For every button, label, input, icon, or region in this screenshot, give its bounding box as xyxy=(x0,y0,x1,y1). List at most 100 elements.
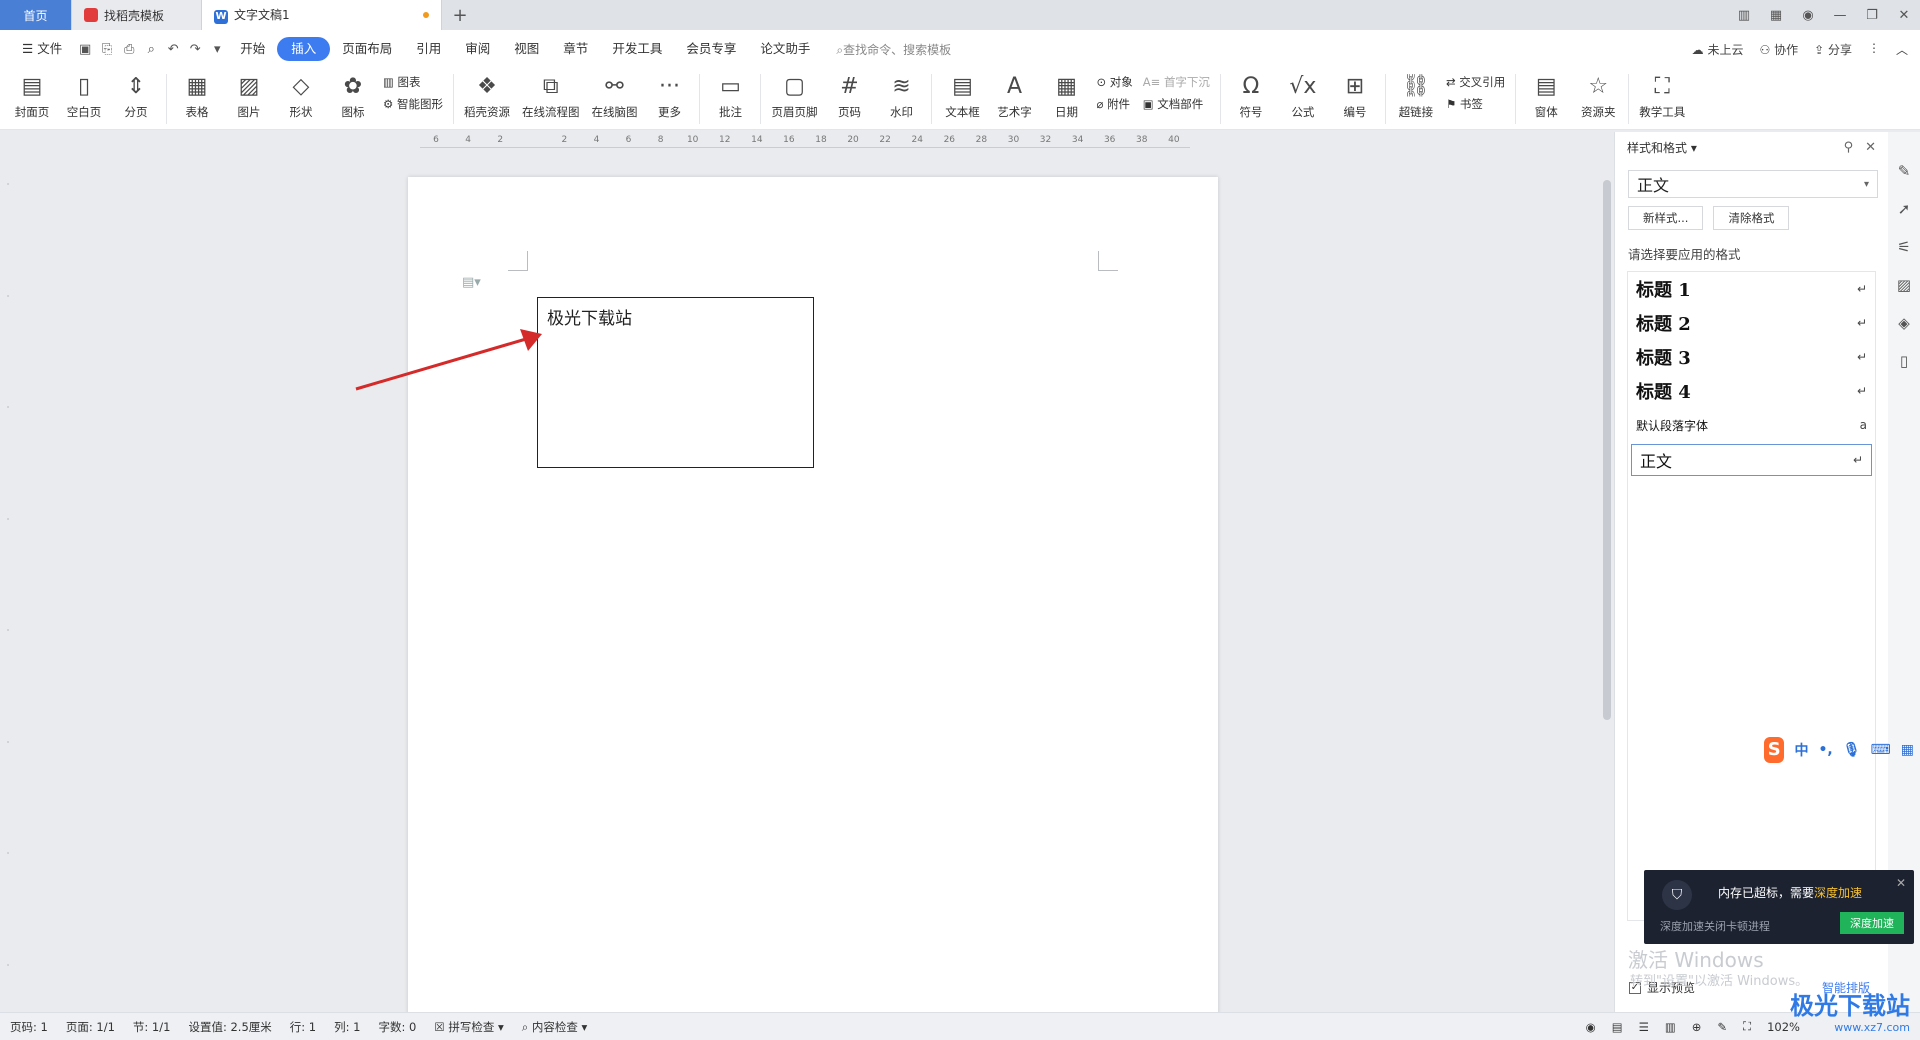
export-icon[interactable]: ⎘ xyxy=(96,42,118,57)
more-button[interactable]: ··· 更多 xyxy=(643,68,695,120)
share-button[interactable]: ⇪ 分享 xyxy=(1814,41,1852,58)
style-normal[interactable]: 正文 ↵ xyxy=(1631,444,1872,476)
preview-icon[interactable]: ⌕ xyxy=(140,42,162,57)
formula-button[interactable]: √x 公式 xyxy=(1277,68,1329,120)
dropcap-button[interactable]: A≡ 首字下沉 xyxy=(1143,74,1210,90)
object-button[interactable]: ⊙ 对象 xyxy=(1096,74,1132,90)
close-button[interactable]: ✕ xyxy=(1888,8,1920,23)
save-icon[interactable]: ▣ xyxy=(74,42,96,57)
page-view-icon[interactable]: ▤ xyxy=(1612,1020,1623,1034)
document-page[interactable]: ▤▾ 极光下载站 xyxy=(408,177,1218,1017)
status-pages[interactable]: 页面: 1/1 xyxy=(66,1019,115,1035)
layout-icon[interactable]: ▥ xyxy=(1728,8,1760,23)
status-setting[interactable]: 设置值: 2.5厘米 xyxy=(188,1019,271,1035)
keyboard-icon[interactable]: ⌨ xyxy=(1871,742,1891,758)
clear-format-button[interactable]: 清除格式 xyxy=(1713,206,1790,230)
punctuation-icon[interactable]: •, xyxy=(1818,742,1832,758)
resource-folder-button[interactable]: ☆ 资源夹 xyxy=(1572,68,1624,120)
book-icon[interactable]: ▯ xyxy=(1900,352,1908,370)
menu-thesis[interactable]: 论文助手 xyxy=(748,37,822,61)
new-style-button[interactable]: 新样式... xyxy=(1628,206,1704,230)
web-view-icon[interactable]: ⊕ xyxy=(1692,1020,1702,1034)
microphone-icon[interactable]: 🎙 xyxy=(1843,742,1861,758)
restore-button[interactable]: ❐ xyxy=(1856,8,1888,23)
status-section[interactable]: 节: 1/1 xyxy=(133,1019,171,1035)
shape-button[interactable]: ◇ 形状 xyxy=(275,68,327,120)
pin-icon[interactable]: ⚲ xyxy=(1844,140,1854,155)
cover-page-button[interactable]: ▤ 封面页 xyxy=(6,68,58,120)
menu-reference[interactable]: 引用 xyxy=(404,37,453,61)
tab-document[interactable]: W 文字文稿1 xyxy=(202,0,442,30)
new-tab-button[interactable]: + xyxy=(442,0,478,30)
vertical-ruler[interactable]: · · · · · · · · xyxy=(0,140,16,1010)
attachment-button[interactable]: ⌀ 附件 xyxy=(1096,96,1132,112)
tab-templates[interactable]: 找稻壳模板 xyxy=(72,0,202,30)
ime-toolbar[interactable]: S 中 •, 🎙 ⌨ ▦ xyxy=(1764,735,1914,765)
settings-sliders-icon[interactable]: ⚟ xyxy=(1897,238,1910,256)
spell-check-button[interactable]: ☒ 拼写检查 ▾ xyxy=(434,1019,503,1035)
menu-chapter[interactable]: 章节 xyxy=(551,37,600,61)
more-icon[interactable]: ▾ xyxy=(206,42,228,57)
picture-button[interactable]: ▨ 图片 xyxy=(223,68,275,120)
menu-devtools[interactable]: 开发工具 xyxy=(600,37,674,61)
ime-language[interactable]: 中 xyxy=(1794,740,1808,760)
panel-close-icon[interactable]: ✕ xyxy=(1865,140,1876,155)
status-words[interactable]: 字数: 0 xyxy=(379,1019,417,1035)
select-cursor-icon[interactable]: ➚ xyxy=(1898,200,1911,218)
eye-icon[interactable]: ◉ xyxy=(1586,1020,1596,1034)
chart-button[interactable]: ▥ 图表 xyxy=(383,74,443,90)
comment-button[interactable]: ▭ 批注 xyxy=(704,68,756,120)
style-heading-2[interactable]: 标题 2 ↵ xyxy=(1628,306,1875,340)
image-tool-icon[interactable]: ▨ xyxy=(1897,276,1911,294)
command-search[interactable]: ⌕查找命令、搜索模板 xyxy=(836,41,951,58)
style-heading-3[interactable]: 标题 3 ↵ xyxy=(1628,340,1875,374)
toast-close-icon[interactable]: ✕ xyxy=(1896,876,1906,890)
content-check-button[interactable]: ⌕ 内容检查 ▾ xyxy=(522,1019,588,1035)
bookmark-button[interactable]: ⚑ 书签 xyxy=(1446,96,1505,112)
collab-button[interactable]: ⚇ 协作 xyxy=(1760,41,1799,58)
menu-more-icon[interactable]: ⋮ xyxy=(1868,41,1880,58)
date-button[interactable]: ▦ 日期 xyxy=(1040,68,1092,120)
smart-graphic-button[interactable]: ⚙ 智能图形 xyxy=(383,96,443,112)
header-footer-button[interactable]: ▢ 页眉页脚 xyxy=(765,68,823,120)
watermark-button[interactable]: ≋ 水印 xyxy=(875,68,927,120)
teaching-tools-button[interactable]: ⛶ 教学工具 xyxy=(1633,68,1691,120)
page-number-button[interactable]: # 页码 xyxy=(823,68,875,120)
minimize-button[interactable]: — xyxy=(1824,8,1856,23)
horizontal-ruler[interactable]: 6 4 2 2 4 6 8 10 12 14 16 18 20 22 24 26 28 30 32 34 36 38 40 xyxy=(420,132,1190,148)
accelerate-button[interactable]: 深度加速 xyxy=(1840,912,1904,934)
panel-title[interactable]: 样式和格式 ▾ xyxy=(1627,139,1697,156)
outline-view-icon[interactable]: ☰ xyxy=(1639,1020,1649,1034)
docer-resource-button[interactable]: ❖ 稻壳资源 xyxy=(458,68,516,120)
icon-button[interactable]: ✿ 图标 xyxy=(327,68,379,120)
menu-start[interactable]: 开始 xyxy=(228,37,277,61)
scrollbar-thumb[interactable] xyxy=(1603,180,1611,720)
menu-insert[interactable]: 插入 xyxy=(277,37,331,61)
avatar[interactable]: ◉ xyxy=(1792,8,1824,23)
numbering-button[interactable]: ⊞ 编号 xyxy=(1329,68,1381,120)
text-box-content[interactable]: 极光下载站 xyxy=(547,309,632,329)
current-style-select[interactable]: 正文 ▾ xyxy=(1628,170,1878,198)
print-icon[interactable]: ⎙ xyxy=(118,42,140,57)
table-button[interactable]: ▦ 表格 xyxy=(171,68,223,120)
flowchart-button[interactable]: ⧉ 在线流程图 xyxy=(516,68,586,120)
text-box[interactable]: 极光下载站 xyxy=(537,297,814,468)
hyperlink-button[interactable]: ⛓ 超链接 xyxy=(1390,68,1442,120)
undo-icon[interactable]: ↶ xyxy=(162,42,184,57)
paragraph-options-icon[interactable]: ▤▾ xyxy=(462,275,481,290)
doc-parts-button[interactable]: ▣ 文档部件 xyxy=(1143,96,1210,112)
crossref-button[interactable]: ⇄ 交叉引用 xyxy=(1446,74,1505,90)
style-default-font[interactable]: 默认段落字体 a xyxy=(1628,408,1875,442)
menu-review[interactable]: 审阅 xyxy=(453,37,502,61)
style-heading-1[interactable]: 标题 1 ↵ xyxy=(1628,272,1875,306)
style-pen-icon[interactable]: ✎ xyxy=(1898,162,1911,180)
menu-member[interactable]: 会员专享 xyxy=(674,37,748,61)
fit-icon[interactable]: ⛶ xyxy=(1743,1019,1751,1034)
tab-home[interactable]: 首页 xyxy=(0,0,72,30)
redo-icon[interactable]: ↷ xyxy=(184,42,206,57)
form-button[interactable]: ▤ 窗体 xyxy=(1520,68,1572,120)
write-view-icon[interactable]: ✎ xyxy=(1717,1020,1727,1034)
navigation-icon[interactable]: ◈ xyxy=(1898,314,1910,332)
page-break-button[interactable]: ⇕ 分页 xyxy=(110,68,162,120)
status-page[interactable]: 页码: 1 xyxy=(10,1019,48,1035)
